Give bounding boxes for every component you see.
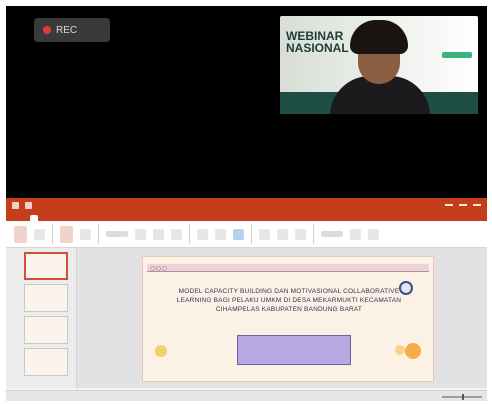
arrange-icon[interactable]: [277, 228, 288, 240]
dictate-icon[interactable]: [350, 228, 361, 240]
ribbon-divider: [52, 224, 53, 244]
window-title: [38, 203, 439, 208]
status-bar: [6, 390, 487, 401]
author-info-box[interactable]: [237, 335, 351, 365]
layout-icon[interactable]: [80, 228, 91, 240]
tab-file[interactable]: [16, 215, 22, 221]
slide-thumbnail[interactable]: [24, 252, 68, 280]
banner-subtext-graphic: [414, 28, 472, 34]
italic-icon[interactable]: [153, 228, 164, 240]
notes-button[interactable]: [420, 394, 421, 399]
record-dot-icon: [43, 26, 51, 34]
decor-dot: [162, 266, 167, 271]
cut-icon[interactable]: [34, 228, 45, 240]
slide-thumbnail[interactable]: [24, 316, 68, 344]
orange-circle-decoration: [395, 345, 405, 355]
paste-icon[interactable]: [14, 225, 27, 243]
underline-icon[interactable]: [171, 228, 182, 240]
save-icon[interactable]: [12, 201, 19, 209]
tab-home[interactable]: [30, 215, 38, 221]
decor-dot: [150, 266, 155, 271]
ribbon-divider: [189, 224, 190, 244]
speaker-video-tile[interactable]: WEBINAR NASIONAL: [280, 16, 478, 114]
shared-screen-powerpoint[interactable]: MODEL CAPACITY BUILDING DAN MOTIVASIONAL…: [6, 198, 487, 401]
ribbon-divider: [313, 224, 314, 244]
ribbon-divider: [98, 224, 99, 244]
decor-dot: [156, 266, 161, 271]
orange-circle-decoration: [405, 343, 421, 359]
slide-count-status: [12, 394, 13, 399]
slide-number: [11, 352, 12, 357]
bold-icon[interactable]: [135, 228, 146, 240]
current-slide[interactable]: MODEL CAPACITY BUILDING DAN MOTIVASIONAL…: [142, 256, 434, 382]
view-normal-icon[interactable]: [431, 394, 432, 399]
tab-slideshow[interactable]: [103, 215, 109, 221]
tab-design[interactable]: [60, 215, 66, 221]
font-family-select[interactable]: [106, 231, 128, 237]
banner-accent: [442, 52, 472, 58]
align-left-icon[interactable]: [197, 228, 208, 240]
designer-icon[interactable]: [368, 228, 379, 240]
ribbon-divider: [251, 224, 252, 244]
meeting-window: REC WEBINAR NASIONAL MODEL CAPACITY BUIL…: [6, 6, 487, 401]
tab-insert[interactable]: [46, 215, 52, 221]
ribbon-toolbar: [6, 221, 487, 248]
quick-styles-icon[interactable]: [295, 228, 306, 240]
author-text-line: [238, 352, 350, 358]
tab-view[interactable]: [131, 215, 137, 221]
slide-thumbnail-pane[interactable]: [6, 248, 77, 388]
zoom-slider-knob[interactable]: [461, 393, 464, 400]
sun-decoration-icon: [155, 345, 167, 357]
shapes-icon[interactable]: [259, 228, 270, 240]
ribbon-tabs: [6, 212, 487, 221]
tab-review[interactable]: [117, 215, 123, 221]
tab-animations[interactable]: [88, 215, 94, 221]
slide-thumbnail[interactable]: [24, 284, 68, 312]
align-center-icon[interactable]: [215, 228, 226, 240]
maximize-icon[interactable]: [459, 204, 467, 206]
zoom-slider[interactable]: [441, 393, 482, 400]
recording-label: REC: [56, 24, 78, 36]
tab-transitions[interactable]: [74, 215, 80, 221]
slide-decor-bar: [147, 264, 429, 272]
webinar-banner-label: WEBINAR NASIONAL: [286, 29, 349, 55]
minimize-icon[interactable]: [445, 204, 453, 206]
slide-thumbnail[interactable]: [24, 348, 68, 376]
webinar-banner-text: WEBINAR NASIONAL: [286, 30, 349, 54]
slide-title[interactable]: MODEL CAPACITY BUILDING DAN MOTIVASIONAL…: [161, 287, 417, 314]
app-titlebar: [6, 198, 487, 212]
recording-indicator[interactable]: REC: [34, 18, 110, 42]
undo-icon[interactable]: [25, 201, 32, 209]
text-direction-icon[interactable]: [233, 228, 244, 240]
slide-editing-area[interactable]: MODEL CAPACITY BUILDING DAN MOTIVASIONAL…: [77, 248, 487, 388]
find-button[interactable]: [321, 231, 343, 237]
new-slide-icon[interactable]: [60, 225, 73, 243]
slide-number: [11, 320, 12, 325]
slide-number: [11, 288, 12, 293]
close-icon[interactable]: [473, 204, 481, 206]
slide-number: [11, 256, 12, 261]
